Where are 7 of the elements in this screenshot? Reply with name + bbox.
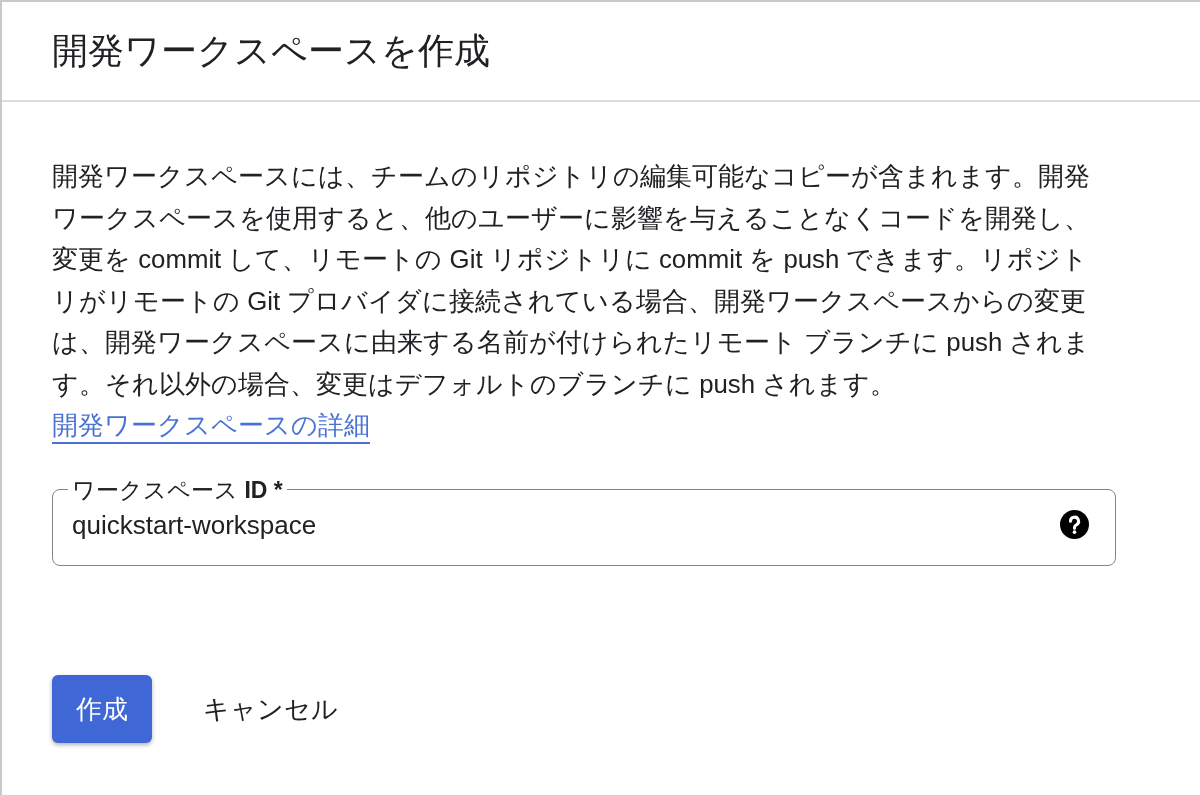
- create-button[interactable]: 作成: [52, 674, 152, 743]
- learn-more-link[interactable]: 開発ワークスペースの詳細: [52, 411, 370, 439]
- help-icon[interactable]: [1060, 510, 1089, 539]
- field-label: ワークスペース ID *: [71, 476, 284, 503]
- cancel-button[interactable]: キャンセル: [177, 674, 364, 743]
- description-paragraph: 開発ワークスペースには、チームのリポジトリの編集可能なコピーが含まれます。開発ワークスペースを使用すると、他のユーザーに影響を与えることなくコードを開発し、変更を commit して、リモートの Git リポジトリに commit を push できます。リポジトリがリモートの Git プロバイダに接続されている場合、開発ワークスペースからの変更は、開発ワークスペースに由来する名前が付けられたリモート ブランチに push されます。それ以外の場合、変更はデフォルトのブランチに push されます。 開発ワークスペースの詳細: [52, 161, 1092, 441]
- dialog-title: 開発ワークスペースを作成: [52, 33, 490, 69]
